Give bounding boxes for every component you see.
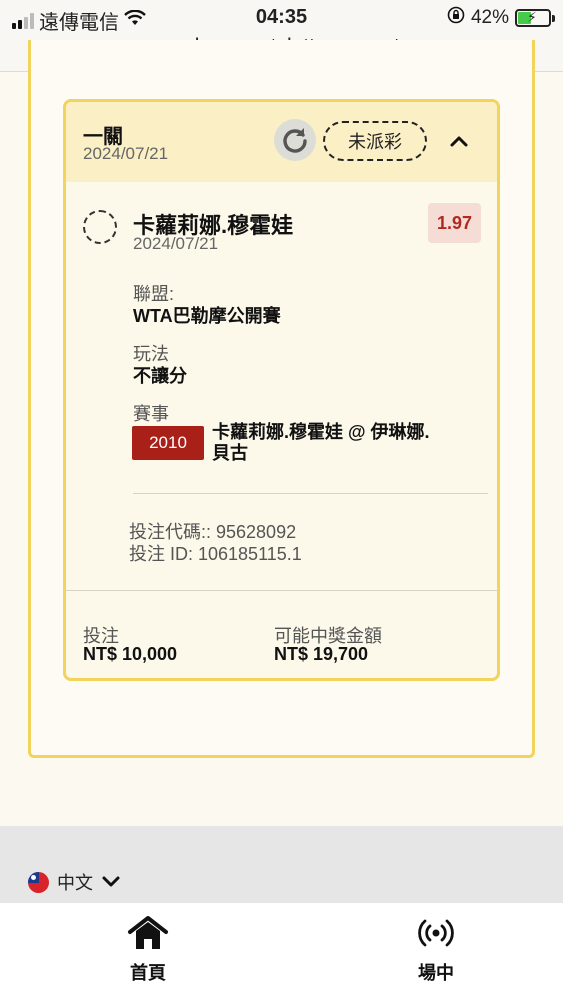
chevron-up-icon (450, 136, 468, 147)
battery-percent: 42% (470, 7, 509, 28)
stake-amount: NT$ 10,000 (83, 644, 178, 664)
bet-id: 投注 ID: 106185115.1 (129, 544, 302, 564)
market-value: 不讓分 (133, 366, 187, 386)
selection-date: 2024/07/21 (133, 234, 219, 253)
bet-card-header[interactable]: 一關 2024/07/21 未派彩 (66, 102, 497, 182)
refresh-icon (283, 128, 307, 153)
live-broadcast-icon (418, 919, 454, 947)
language-label: 中文 (57, 873, 93, 893)
bottom-nav: 首頁 場中 (0, 902, 563, 1000)
selection-status-icon (83, 210, 117, 244)
event-label: 賽事 (133, 404, 169, 424)
event-code-badge: 2010 (132, 426, 204, 460)
bet-card: 一關 2024/07/21 未派彩 卡蘿莉娜.穆霍娃 2024/07/21 1.… (63, 99, 500, 681)
battery-icon: ⚡ (515, 9, 555, 27)
nav-live-label: 場中 (418, 963, 454, 983)
chevron-down-icon (102, 876, 120, 887)
nav-home[interactable]: 首頁 (88, 915, 208, 985)
status-badge: 未派彩 (323, 121, 427, 161)
event-name: 卡蘿莉娜.穆霍娃 @ 伊琳娜.貝古 (212, 422, 430, 463)
divider (133, 493, 488, 494)
bet-date: 2024/07/21 (83, 144, 169, 163)
status-right: 42% ⚡ (447, 6, 555, 30)
divider (66, 590, 497, 591)
taiwan-flag-icon (28, 871, 49, 893)
odds-badge: 1.97 (428, 203, 481, 243)
home-icon (128, 916, 168, 949)
collapse-button[interactable] (444, 126, 474, 156)
league-value: WTA巴勒摩公開賽 (133, 306, 281, 326)
rotation-lock-icon (447, 6, 465, 30)
payout-amount: NT$ 19,700 (274, 644, 369, 664)
language-selector[interactable]: 中文 (28, 869, 121, 895)
nav-live[interactable]: 場中 (376, 915, 496, 985)
nav-home-label: 首頁 (130, 963, 166, 983)
refresh-button[interactable] (274, 119, 316, 161)
